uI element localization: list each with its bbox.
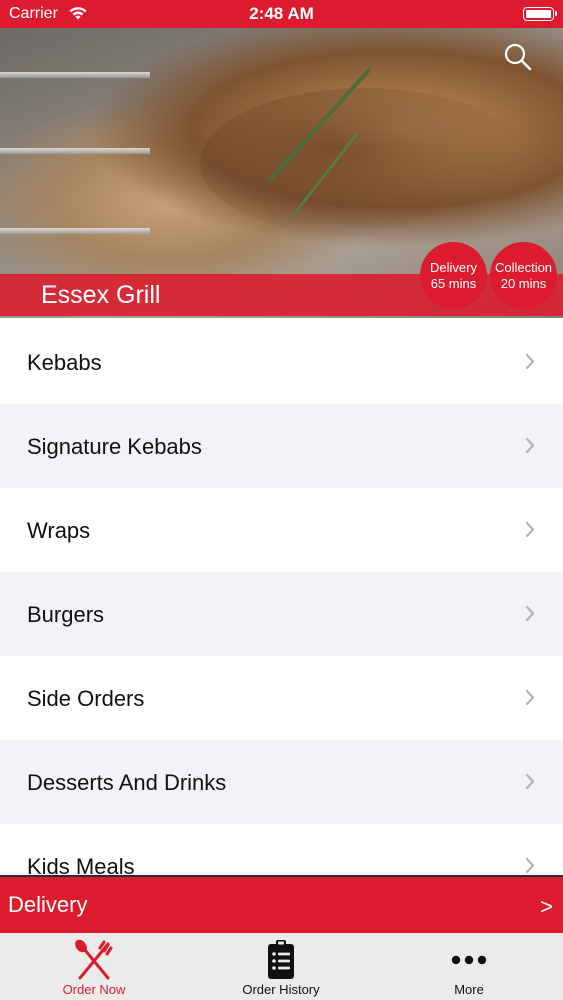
chevron-right-icon <box>525 353 535 370</box>
delivery-time-badge: Delivery 65 mins <box>420 242 487 309</box>
delivery-badge-time: 65 mins <box>430 276 477 291</box>
delivery-badge-label: Delivery <box>430 260 477 275</box>
order-mode-bar[interactable]: Delivery > <box>0 875 563 933</box>
battery-icon <box>523 7 557 21</box>
menu-category-label: Side Orders <box>27 686 145 711</box>
order-mode-label: Delivery <box>8 892 88 917</box>
menu-category-label: Kebabs <box>27 350 102 375</box>
chevron-right-icon <box>525 437 535 454</box>
menu-category-wraps[interactable]: Wraps <box>0 488 563 572</box>
tab-order-now[interactable]: Order Now <box>0 933 188 1000</box>
menu-category-side-orders[interactable]: Side Orders <box>0 656 563 740</box>
chevron-right-icon <box>525 689 535 706</box>
chevron-right-icon <box>525 857 535 874</box>
chevron-right-icon <box>525 773 535 790</box>
search-icon <box>504 43 532 71</box>
chevron-right-icon <box>525 605 535 622</box>
tab-order-history[interactable]: Order History <box>187 933 375 1000</box>
search-button[interactable] <box>503 42 533 72</box>
menu-category-kebabs[interactable]: Kebabs <box>0 320 563 404</box>
menu-category-label: Burgers <box>27 602 105 627</box>
clock: 2:48 AM <box>249 4 314 23</box>
tab-bar: Order Now Order History More <box>0 933 563 1000</box>
menu-category-kids-meals[interactable]: Kids Meals <box>0 824 563 875</box>
tab-more[interactable]: More <box>375 933 563 1000</box>
tab-label: Order Now <box>62 982 126 997</box>
collection-badge-time: 20 mins <box>500 276 547 291</box>
collection-badge-label: Collection <box>494 260 553 275</box>
menu-category-burgers[interactable]: Burgers <box>0 572 563 656</box>
status-bar: Carrier 2:48 AM <box>0 0 563 28</box>
menu-category-label: Wraps <box>27 518 91 543</box>
collection-time-badge: Collection 20 mins <box>490 242 557 309</box>
fork-knife-icon <box>0 939 188 981</box>
menu-category-label: Kids Meals <box>27 854 135 875</box>
tab-label: Order History <box>242 982 320 997</box>
restaurant-name: Essex Grill <box>41 281 161 309</box>
menu-category-signature-kebabs[interactable]: Signature Kebabs <box>0 404 563 488</box>
chevron-right-icon <box>525 521 535 538</box>
tab-label: More <box>454 982 484 997</box>
chevron-right-icon: > <box>540 894 553 919</box>
menu-category-list: Kebabs Signature Kebabs Wraps Burgers Si… <box>0 320 563 875</box>
more-dots-icon <box>375 939 563 981</box>
menu-category-label: Desserts And Drinks <box>27 770 227 795</box>
menu-category-desserts-and-drinks[interactable]: Desserts And Drinks <box>0 740 563 824</box>
menu-category-label: Signature Kebabs <box>27 434 202 459</box>
clipboard-list-icon <box>187 939 375 981</box>
